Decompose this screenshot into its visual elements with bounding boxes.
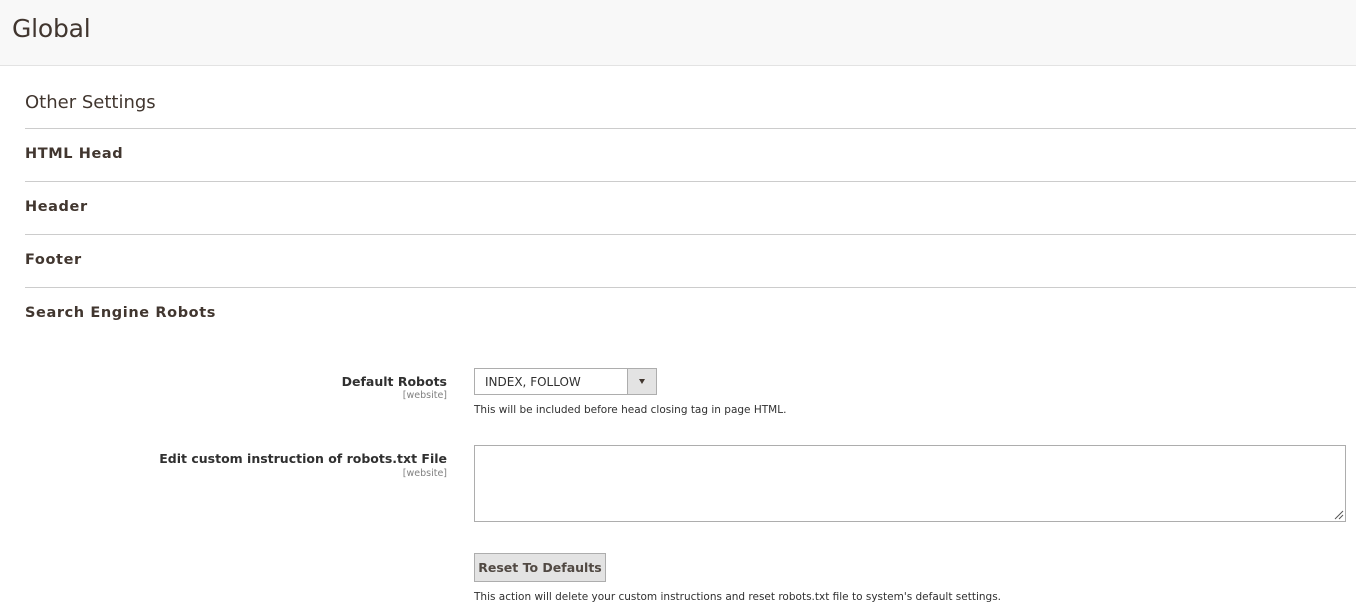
caret-down-icon [639,379,645,384]
reset-to-defaults-button[interactable]: Reset To Defaults [474,553,606,582]
page-header: Global [0,0,1356,66]
group-html-head[interactable]: HTML Head [25,146,123,162]
group-divider [25,181,1356,182]
custom-instruction-label: Edit custom instruction of robots.txt Fi… [159,451,447,466]
select-toggle[interactable] [627,369,656,394]
section-title: Other Settings [25,92,156,113]
group-header[interactable]: Header [25,199,88,215]
default-robots-note: This will be included before head closin… [474,404,787,416]
group-divider [25,234,1356,235]
section-divider [25,128,1356,129]
default-robots-select[interactable]: INDEX, FOLLOW [474,368,657,395]
group-search-engine-robots[interactable]: Search Engine Robots [25,305,216,321]
reset-note: This action will delete your custom inst… [474,591,1002,603]
resize-grip-icon[interactable] [1332,508,1344,520]
group-footer[interactable]: Footer [25,252,82,268]
page-title: Global [12,14,91,43]
default-robots-label: Default Robots [341,374,447,389]
default-robots-value: INDEX, FOLLOW [485,375,581,389]
default-robots-scope: [website] [402,390,447,401]
custom-instruction-scope: [website] [402,468,447,479]
custom-instruction-textarea[interactable] [474,445,1346,522]
group-divider [25,287,1356,288]
